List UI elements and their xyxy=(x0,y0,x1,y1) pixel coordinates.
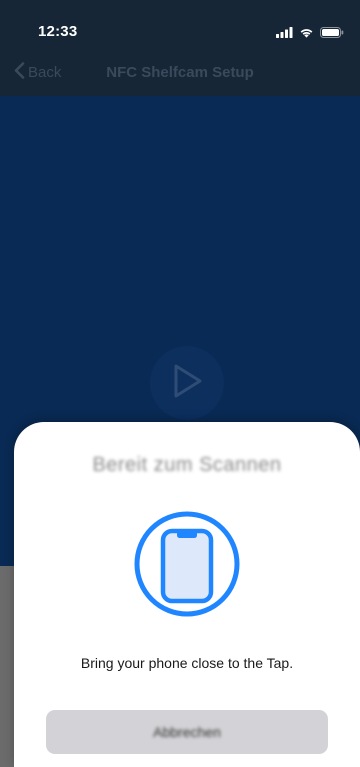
battery-icon xyxy=(320,25,344,43)
phone-nfc-icon xyxy=(133,510,241,618)
status-time: 12:33 xyxy=(38,23,78,40)
play-button[interactable] xyxy=(150,346,224,420)
cancel-button[interactable]: Abbrechen xyxy=(46,710,328,754)
play-icon xyxy=(170,363,204,404)
status-icons xyxy=(276,25,344,43)
sheet-message: Bring your phone close to the Tap. xyxy=(80,655,294,671)
nfc-scan-sheet: Bereit zum Scannen Bring your phone clos… xyxy=(14,422,360,767)
sheet-title: Bereit zum Scannen xyxy=(92,454,282,476)
page-title: NFC Shelfcam Setup xyxy=(106,64,254,81)
signal-icon xyxy=(276,25,293,43)
navigation-bar: Back NFC Shelfcam Setup xyxy=(0,48,360,96)
screen: 12:33 Back NFC Shelfcam Setup Bereit zum… xyxy=(0,0,360,767)
cancel-label: Abbrechen xyxy=(153,724,221,740)
status-bar: 12:33 xyxy=(0,0,360,48)
wifi-icon xyxy=(299,25,314,43)
